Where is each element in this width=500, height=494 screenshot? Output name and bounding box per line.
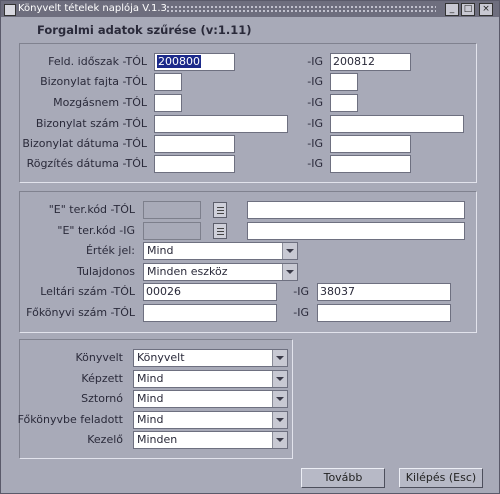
sztorno-label: Sztornó	[81, 392, 123, 405]
ter-kod-to-list-icon[interactable]	[213, 223, 227, 239]
konyvelt-select[interactable]: Könyvelt	[133, 349, 288, 367]
bizonylat-fajta-to-input[interactable]	[330, 73, 358, 91]
kezelo-value: Minden	[137, 433, 178, 446]
title-bar-pattern	[166, 5, 436, 13]
minimize-button[interactable]: _	[445, 3, 459, 16]
sztorno-select[interactable]: Mind	[133, 390, 288, 408]
fokonyvbe-feladott-value: Mind	[137, 413, 164, 426]
fokonyvbe-feladott-select[interactable]: Mind	[133, 411, 288, 429]
close-button[interactable]: ×	[479, 3, 493, 16]
mozgasnem-from-label: Mozgásnem -TÓL	[53, 96, 147, 109]
bizonylat-datuma-to-label: -IG	[307, 137, 323, 150]
form-header: Forgalmi adatok szűrése (v:1.11)	[37, 23, 252, 37]
mozgasnem-from-input[interactable]	[154, 94, 182, 112]
bizonylat-szam-to-label: -IG	[307, 117, 323, 130]
chevron-down-icon[interactable]	[272, 412, 287, 428]
ter-kod-to-label: "E" ter.kód -IG	[57, 224, 135, 237]
rogzites-datuma-from-input[interactable]	[154, 155, 235, 173]
ter-kod-from-input[interactable]	[143, 201, 201, 219]
bizonylat-szam-from-label: Bizonylat szám -TÓL	[35, 117, 147, 130]
tulajdonos-value: Minden eszköz	[147, 265, 228, 278]
rogzites-datuma-to-label: -IG	[307, 157, 323, 170]
bizonylat-szam-to-input[interactable]	[330, 115, 464, 133]
rogzites-datuma-to-input[interactable]	[330, 155, 411, 173]
fokonyvbe-feladott-label: Főkönyvbe feladott	[17, 413, 123, 426]
konyvelt-label: Könyvelt	[75, 351, 123, 364]
mozgasnem-to-label: -IG	[307, 96, 323, 109]
konyvelt-value: Könyvelt	[137, 351, 185, 364]
kezelo-select[interactable]: Minden	[133, 431, 288, 449]
chevron-down-icon[interactable]	[282, 243, 297, 259]
fokonyvi-szam-to-input[interactable]	[317, 304, 451, 322]
leltari-szam-to-input[interactable]: 38037	[317, 283, 451, 301]
bizonylat-datuma-to-input[interactable]	[330, 135, 411, 153]
app-window: Könyvelt tételek naplója V.1.3 _ □ × For…	[0, 0, 500, 494]
ter-kod-to-description	[247, 222, 465, 240]
ter-kod-from-list-icon[interactable]	[213, 202, 227, 218]
bizonylat-szam-from-input[interactable]	[154, 115, 288, 133]
feld-idoszak-from-input[interactable]: 200800	[154, 53, 235, 71]
bizonylat-fajta-from-input[interactable]	[154, 73, 182, 91]
bizonylat-datuma-from-input[interactable]	[154, 135, 235, 153]
rogzites-datuma-from-label: Rögzítés dátuma -TÓL	[26, 157, 147, 170]
bizonylat-fajta-to-label: -IG	[307, 75, 323, 88]
bizonylat-fajta-from-label: Bizonylat fajta -TÓL	[40, 75, 147, 88]
fokonyvi-szam-to-label: -IG	[293, 306, 309, 319]
fokonyvi-szam-from-input[interactable]	[143, 304, 277, 322]
bizonylat-datuma-from-label: Bizonylat dátuma -TÓL	[22, 137, 147, 150]
leltari-szam-from-input[interactable]: 00026	[143, 283, 277, 301]
ertek-jel-value: Mind	[147, 244, 174, 257]
kepzett-select[interactable]: Mind	[133, 370, 288, 388]
mozgasnem-to-input[interactable]	[330, 94, 358, 112]
feld-idoszak-to-label: -IG	[307, 55, 323, 68]
fokonyvi-szam-from-label: Főkönyvi szám -TÓL	[26, 306, 135, 319]
ertek-jel-select[interactable]: Mind	[143, 242, 298, 260]
tulajdonos-label: Tulajdonos	[76, 265, 135, 278]
chevron-down-icon[interactable]	[272, 350, 287, 366]
sztorno-value: Mind	[137, 392, 164, 405]
chevron-down-icon[interactable]	[282, 264, 297, 280]
leltari-szam-to-label: -IG	[293, 285, 309, 298]
ter-kod-to-input[interactable]	[143, 222, 201, 240]
next-button[interactable]: Tovább	[301, 468, 385, 488]
chevron-down-icon[interactable]	[272, 371, 287, 387]
kepzett-value: Mind	[137, 372, 164, 385]
title-bar[interactable]: Könyvelt tételek naplója V.1.3 _ □ ×	[1, 1, 499, 17]
ter-kod-from-label: "E" ter.kód -TÓL	[48, 203, 135, 216]
chevron-down-icon[interactable]	[272, 432, 287, 448]
chevron-down-icon[interactable]	[272, 391, 287, 407]
window-title: Könyvelt tételek naplója V.1.3	[18, 3, 167, 14]
maximize-button[interactable]: □	[461, 3, 475, 16]
feld-idoszak-from-label: Feld. időszak -TÓL	[48, 55, 147, 68]
ter-kod-from-description	[247, 201, 465, 219]
exit-button[interactable]: Kilépés (Esc)	[399, 468, 483, 488]
tulajdonos-select[interactable]: Minden eszköz	[143, 263, 298, 281]
app-icon	[4, 4, 16, 16]
feld-idoszak-to-input[interactable]: 200812	[330, 53, 411, 71]
kezelo-label: Kezelő	[87, 433, 123, 446]
kepzett-label: Képzett	[81, 372, 123, 385]
ertek-jel-label: Érték jel:	[85, 244, 135, 257]
leltari-szam-from-label: Leltári szám -TÓL	[40, 285, 135, 298]
